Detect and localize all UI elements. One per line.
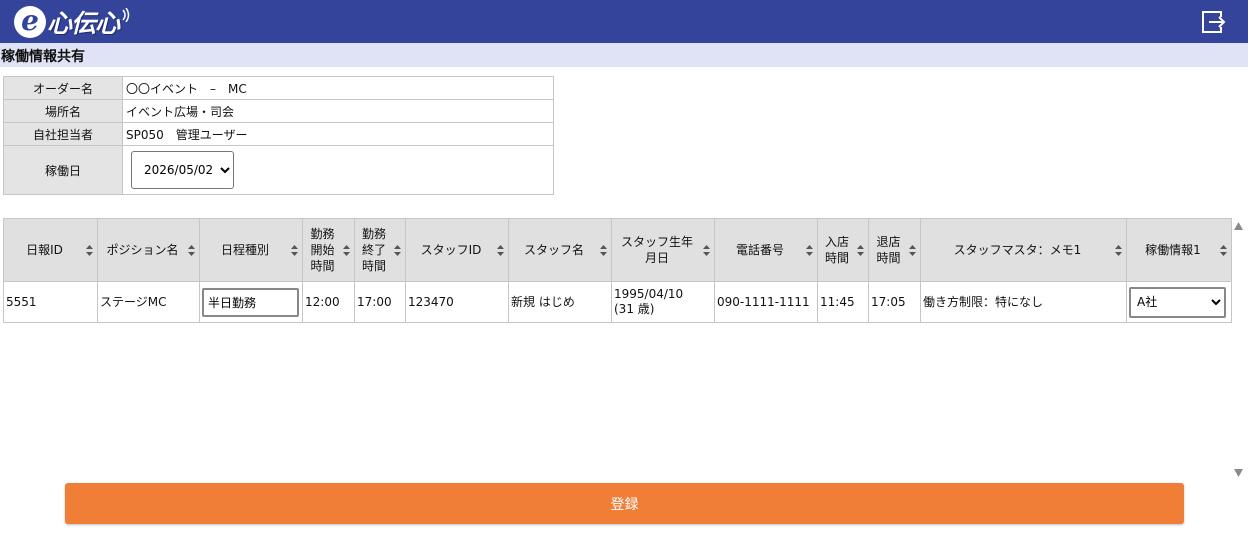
sort-icon	[703, 245, 710, 256]
top-bar: e 心伝心	[0, 0, 1248, 43]
cell-report-id: 5551	[3, 281, 98, 323]
work-date-select[interactable]: 2026/05/02	[131, 151, 234, 189]
place-name-label: 場所名	[3, 99, 123, 123]
sort-icon	[343, 245, 350, 256]
cell-checkin-time: 11:45	[817, 281, 869, 323]
col-checkin-time[interactable]: 入店 時間	[817, 218, 869, 282]
order-name-label: オーダー名	[3, 76, 123, 100]
logo-e-mark: e	[14, 6, 46, 38]
col-staff-id[interactable]: スタッフID	[405, 218, 509, 282]
app-logo[interactable]: e 心伝心	[14, 3, 131, 41]
cell-staff-id: 123470	[405, 281, 509, 323]
sort-icon	[1115, 245, 1122, 256]
col-position-name[interactable]: ポジション名	[97, 218, 200, 282]
cell-start-time: 12:00	[302, 281, 355, 323]
work-report-grid: 日報ID ポジション名 日程種別 勤務 開始 時間 勤務 終了 時間 スタッフID スタ…	[3, 218, 1232, 480]
order-name-value: 〇〇イベント – MC	[122, 76, 554, 100]
col-staff-birthday[interactable]: スタッフ生年 月日	[611, 218, 715, 282]
sort-icon	[806, 245, 813, 256]
scroll-up-arrow-icon[interactable]	[1234, 222, 1243, 230]
schedule-type-input[interactable]	[202, 287, 299, 317]
col-end-time[interactable]: 勤務 終了 時間	[354, 218, 406, 282]
company-rep-value: SP050 管理ユーザー	[122, 122, 554, 146]
col-staff-memo[interactable]: スタッフマスタ：メモ1	[920, 218, 1127, 282]
scroll-down-arrow-icon[interactable]	[1234, 469, 1243, 477]
logout-icon[interactable]	[1200, 9, 1226, 35]
sort-icon	[1220, 245, 1227, 256]
cell-staff-memo: 働き方制限：特になし	[920, 281, 1127, 323]
col-schedule-type[interactable]: 日程種別	[199, 218, 303, 282]
sort-icon	[86, 245, 93, 256]
work-info-select[interactable]: A社	[1129, 286, 1226, 318]
table-row: 5551 ステージMC 12:00 17:00 123470 新規 はじめ 19…	[3, 281, 1232, 323]
col-report-id[interactable]: 日報ID	[3, 218, 98, 282]
cell-checkout-time: 17:05	[868, 281, 921, 323]
col-work-info[interactable]: 稼働情報1	[1126, 218, 1232, 282]
work-date-label: 稼働日	[3, 145, 123, 195]
sort-icon	[909, 245, 916, 256]
page-title: 稼働情報共有	[1, 49, 85, 65]
col-checkout-time[interactable]: 退店 時間	[868, 218, 921, 282]
company-rep-label: 自社担当者	[3, 122, 123, 146]
register-button[interactable]: 登録	[65, 483, 1184, 524]
signal-waves-icon	[122, 8, 130, 22]
logo-text: 心伝心	[47, 9, 120, 38]
sort-icon	[857, 245, 864, 256]
birthday-age: (31 歳)	[614, 302, 655, 316]
cell-staff-birthday: 1995/04/10 (31 歳)	[611, 281, 715, 323]
order-info-table: オーダー名 〇〇イベント – MC 場所名 イベント広場・司会 自社担当者 SP…	[3, 76, 554, 195]
birthday-date: 1995/04/10	[614, 287, 684, 301]
cell-end-time: 17:00	[354, 281, 406, 323]
place-name-value: イベント広場・司会	[122, 99, 554, 123]
sort-icon	[497, 245, 504, 256]
sort-icon	[188, 245, 195, 256]
sort-icon	[394, 245, 401, 256]
col-staff-name[interactable]: スタッフ名	[508, 218, 612, 282]
sort-icon	[291, 245, 298, 256]
sort-icon	[600, 245, 607, 256]
col-phone[interactable]: 電話番号	[714, 218, 818, 282]
cell-position-name: ステージMC	[97, 281, 200, 323]
title-bar: 稼働情報共有	[0, 43, 1248, 67]
cell-staff-name: 新規 はじめ	[508, 281, 612, 323]
cell-phone: 090-1111-1111	[714, 281, 818, 323]
col-start-time[interactable]: 勤務 開始 時間	[302, 218, 355, 282]
